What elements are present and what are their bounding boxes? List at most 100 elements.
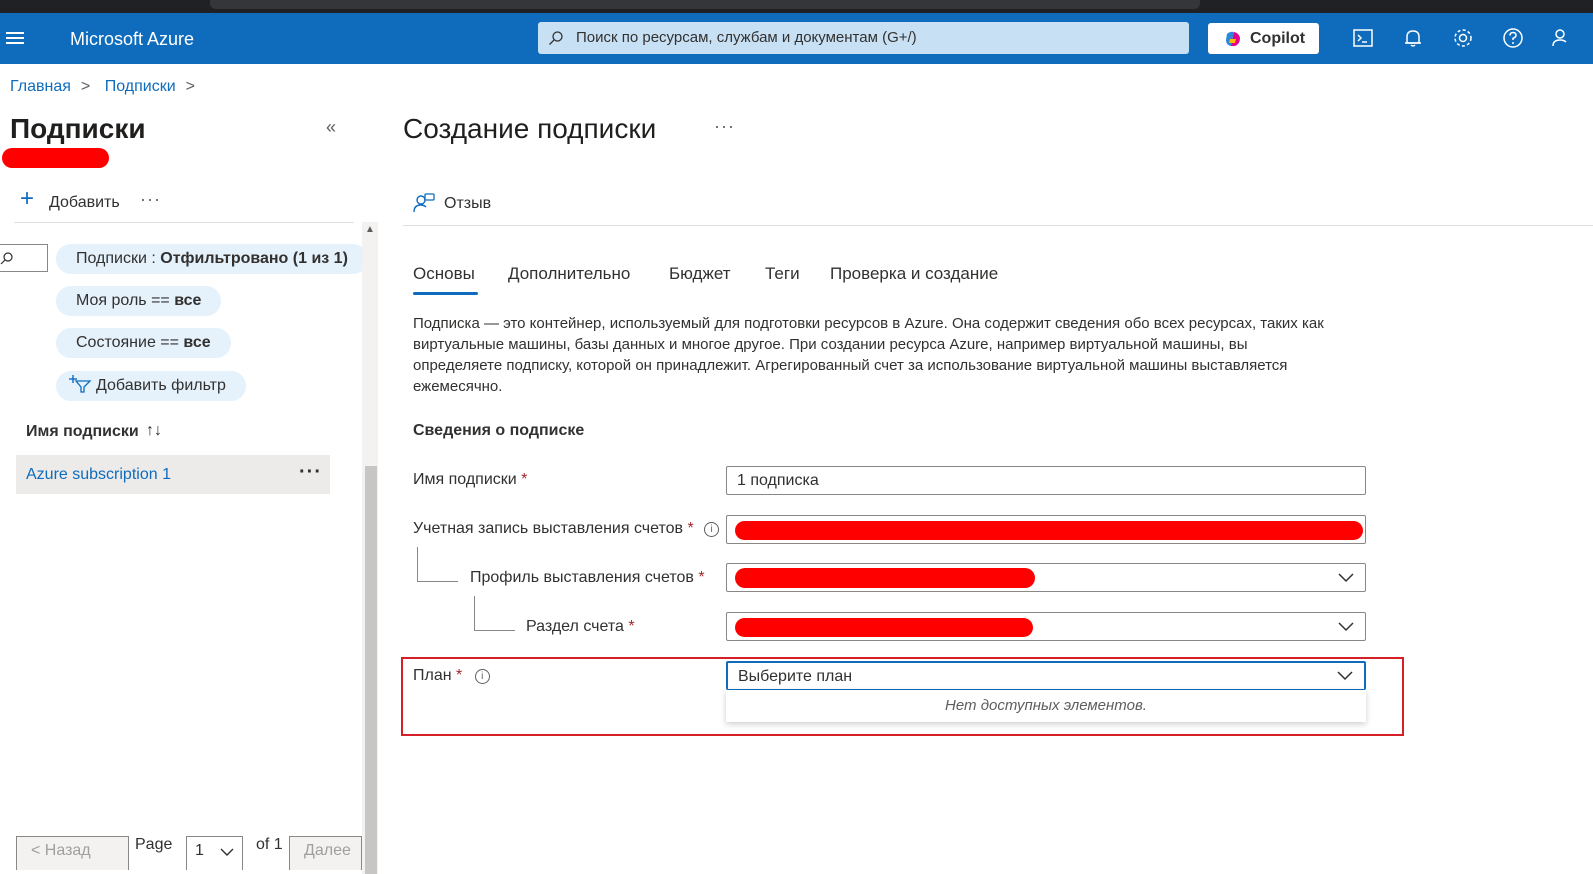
user-feedback-icon[interactable] [1550, 26, 1574, 50]
add-label: Добавить [49, 194, 120, 211]
info-icon[interactable]: i [704, 522, 720, 537]
billing-profile-select[interactable] [726, 563, 1366, 592]
filter-value: все [183, 334, 211, 351]
required-marker: * [687, 520, 694, 537]
label-text: План [413, 667, 452, 684]
redaction-mark [735, 618, 1033, 637]
billing-account-label: Учетная запись выставления счетов * i [413, 520, 720, 538]
required-marker: * [628, 618, 635, 635]
cloud-shell-icon[interactable] [1351, 26, 1375, 50]
breadcrumb: Главная > Подписки > [10, 78, 205, 96]
pager-of-label: of 1 [256, 836, 283, 853]
add-filter-icon [69, 375, 92, 393]
invoice-section-label: Раздел счета * [526, 618, 635, 636]
breadcrumb-subscriptions[interactable]: Подписки [105, 78, 176, 95]
filter-key: Состояние == [76, 334, 184, 351]
label-text: Имя подписки [413, 471, 517, 488]
help-question-icon[interactable] [1501, 26, 1525, 50]
page-number-value: 1 [195, 842, 204, 859]
feedback-icon [413, 193, 435, 213]
filter-pill-subscriptions[interactable]: Подписки : Отфильтровано (1 из 1) [56, 244, 368, 274]
filter-pill-state[interactable]: Состояние == все [56, 328, 231, 358]
search-placeholder: Поиск по ресурсам, службам и документам … [576, 29, 917, 46]
pager-prev-button[interactable]: < Назад [16, 836, 129, 870]
subscription-name-input[interactable]: 1 подписка [726, 466, 1366, 495]
breadcrumb-home[interactable]: Главная [10, 78, 71, 95]
filter-key: Моя роль == [76, 292, 175, 309]
filter-search-input[interactable] [0, 244, 48, 272]
more-options-icon[interactable]: ··· [714, 116, 735, 137]
tab-budget[interactable]: Бюджет [669, 264, 731, 284]
required-marker: * [521, 471, 528, 488]
billing-account-select[interactable] [726, 515, 1366, 544]
left-panel-title: Подписки [10, 113, 146, 144]
plan-dropdown-empty-message: Нет доступных элементов. [726, 690, 1366, 722]
search-icon [0, 252, 13, 265]
pager-next-button[interactable]: Далее [289, 836, 362, 870]
tab-tags[interactable]: Теги [765, 264, 800, 284]
divider [403, 225, 1593, 226]
divider [14, 222, 354, 223]
azure-topbar: Microsoft Azure Поиск по ресурсам, служб… [0, 13, 1593, 64]
feedback-label: Отзыв [444, 195, 492, 212]
chevron-down-icon [220, 848, 234, 856]
collapse-panel-icon[interactable]: « [326, 117, 336, 138]
column-header-subscription-name[interactable]: Имя подписки [26, 423, 139, 441]
notifications-bell-icon[interactable] [1401, 26, 1425, 50]
add-filter-button[interactable]: Добавить фильтр [56, 371, 246, 401]
chevron-down-icon [1338, 573, 1354, 583]
label-text: Профиль выставления счетов [470, 569, 694, 586]
redaction-mark [2, 148, 109, 168]
active-tab-indicator [413, 292, 478, 295]
tree-connector [474, 596, 515, 631]
copilot-label: Copilot [1250, 30, 1306, 47]
global-search-input[interactable]: Поиск по ресурсам, службам и документам … [538, 22, 1189, 54]
redaction-mark [735, 521, 1363, 540]
plan-placeholder: Выберите план [738, 668, 853, 685]
chevron-down-icon [1338, 622, 1354, 632]
portal-brand[interactable]: Microsoft Azure [70, 29, 194, 50]
filter-value: все [174, 292, 202, 309]
row-more-icon[interactable]: ··· [299, 461, 322, 484]
billing-profile-label: Профиль выставления счетов * [470, 569, 705, 587]
sort-icon[interactable]: ↑↓ [146, 422, 162, 440]
label-text: Раздел счета [526, 618, 624, 635]
subscription-name-label: Имя подписки * [413, 471, 527, 489]
info-icon[interactable]: i [474, 669, 490, 684]
tab-advanced[interactable]: Дополнительно [508, 264, 630, 284]
tab-basics[interactable]: Основы [413, 264, 475, 284]
subscription-name-link[interactable]: Azure subscription 1 [26, 466, 171, 484]
plan-select[interactable]: Выберите план [726, 661, 1366, 690]
copilot-icon [1226, 31, 1240, 46]
tree-connector [417, 547, 458, 582]
add-filter-label: Добавить фильтр [96, 377, 226, 394]
filter-key: Подписки : [76, 250, 161, 267]
scrollbar-thumb[interactable] [365, 466, 377, 874]
more-options-icon[interactable]: ··· [140, 189, 161, 210]
required-marker: * [698, 569, 705, 586]
browser-chrome [0, 0, 1593, 13]
plus-icon: + [20, 185, 35, 212]
page-number-select[interactable]: 1 [186, 836, 243, 870]
plan-label: План * i [413, 667, 490, 685]
form-description: Подписка — это контейнер, используемый д… [413, 315, 1324, 395]
pager-page-label: Page [135, 836, 173, 853]
page-title: Создание подписки [403, 113, 657, 144]
label-text: Учетная запись выставления счетов [413, 520, 684, 537]
filter-pill-role[interactable]: Моя роль == все [56, 286, 222, 316]
tab-review-create[interactable]: Проверка и создание [830, 264, 998, 284]
copilot-button[interactable]: Copilot [1208, 23, 1319, 54]
settings-gear-icon[interactable] [1451, 26, 1475, 50]
chevron-down-icon [1337, 671, 1353, 681]
redaction-mark [735, 568, 1035, 588]
address-bar[interactable] [210, 0, 1200, 9]
table-row[interactable]: Azure subscription 1 ··· [16, 455, 330, 494]
filter-value: Отфильтровано (1 из 1) [160, 250, 348, 267]
menu-icon[interactable] [6, 32, 24, 44]
breadcrumb-separator-icon: > [185, 78, 195, 95]
required-marker: * [456, 667, 463, 684]
search-icon [549, 31, 563, 45]
section-title: Сведения о подписке [413, 422, 585, 439]
invoice-section-select[interactable] [726, 612, 1366, 641]
scroll-up-icon[interactable]: ▲ [365, 225, 375, 235]
